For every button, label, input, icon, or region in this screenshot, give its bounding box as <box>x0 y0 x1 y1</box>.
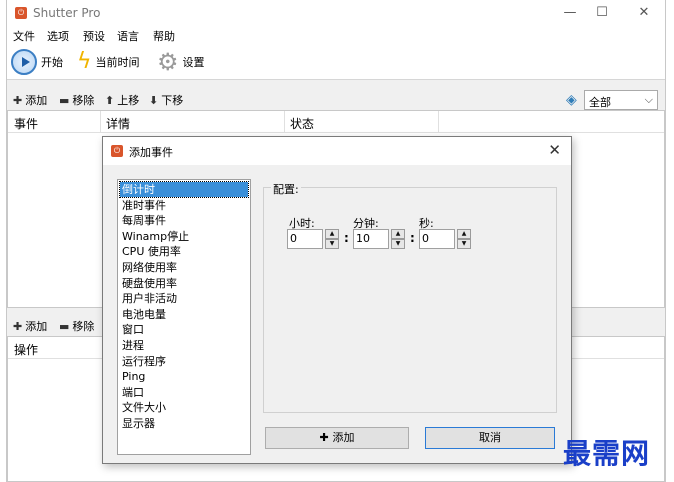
filter-icon: ◈ <box>566 92 577 108</box>
menu-options[interactable]: 选项 <box>47 28 69 44</box>
remove-event-label: 移除 <box>72 94 95 107</box>
move-down-button[interactable]: ⬇ 下移 <box>149 92 183 108</box>
add-event-label: 添加 <box>25 94 48 107</box>
remove-action-button[interactable]: ▬ 移除 <box>59 318 94 334</box>
minus-icon: ▬ <box>59 319 70 333</box>
plus-icon: ✚ <box>319 431 333 444</box>
time-separator: : <box>410 231 415 245</box>
event-type-item[interactable]: 网络使用率 <box>120 260 248 275</box>
settings-label: 设置 <box>182 56 205 69</box>
column-details[interactable]: 详情 <box>106 115 130 132</box>
menu-bar: 文件 选项 预设 语言 帮助 <box>7 26 665 44</box>
event-type-item[interactable]: 电池电量 <box>120 307 248 322</box>
event-type-item[interactable]: 每周事件 <box>120 213 248 228</box>
event-type-item[interactable]: 准时事件 <box>120 198 248 213</box>
title-bar: ⏻ Shutter Pro — ☐ ✕ <box>7 0 665 26</box>
event-type-item[interactable]: 硬盘使用率 <box>120 276 248 291</box>
column-separator <box>438 111 439 133</box>
current-time-button[interactable]: ϟ 当前时间 <box>77 48 140 76</box>
add-event-dialog: ⏻ 添加事件 ✕ 倒计时 准时事件 每周事件 Winamp停止 CPU 使用率 网络使用率… <box>102 136 572 464</box>
play-icon <box>11 49 37 75</box>
event-type-item[interactable]: Winamp停止 <box>120 229 248 244</box>
minimize-button[interactable]: — <box>559 4 581 22</box>
chevron-down-icon: ⌵ <box>644 93 653 106</box>
dialog-add-label: 添加 <box>332 431 355 444</box>
dialog-cancel-button[interactable]: 取消 <box>425 427 555 449</box>
arrow-up-icon[interactable]: ▲ <box>391 229 405 239</box>
event-type-item[interactable]: 文件大小 <box>120 400 248 415</box>
hours-stepper[interactable]: ▲ ▼ <box>325 229 339 249</box>
arrow-up-icon[interactable]: ▲ <box>325 229 339 239</box>
event-type-item[interactable]: 窗口 <box>120 322 248 337</box>
add-action-label: 添加 <box>25 320 48 333</box>
shutter-app-icon: ⏻ <box>111 145 123 157</box>
move-up-button[interactable]: ⬆ 上移 <box>105 92 139 108</box>
dialog-add-button[interactable]: ✚ 添加 <box>265 427 409 449</box>
event-type-item[interactable]: Ping <box>120 369 248 384</box>
maximize-button[interactable]: ☐ <box>591 4 613 22</box>
gear-icon: ⚙ <box>157 48 179 76</box>
event-type-item[interactable]: 进程 <box>120 338 248 353</box>
move-down-label: 下移 <box>161 94 184 107</box>
minutes-stepper[interactable]: ▲ ▼ <box>391 229 405 249</box>
arrow-down-icon[interactable]: ▼ <box>457 239 471 249</box>
close-button[interactable]: ✕ <box>633 4 655 22</box>
dialog-title-bar: ⏻ 添加事件 ✕ <box>103 137 571 165</box>
event-type-item[interactable]: 显示器 <box>120 416 248 431</box>
watermark: 最需网 <box>563 437 651 470</box>
filter-dropdown[interactable]: 全部 ⌵ <box>584 90 658 110</box>
lightning-icon: ϟ <box>77 49 92 74</box>
menu-presets[interactable]: 预设 <box>83 28 105 44</box>
menu-language[interactable]: 语言 <box>117 28 139 44</box>
event-type-item[interactable]: 倒计时 <box>119 181 249 198</box>
events-grid-header: 事件 详情 状态 <box>8 111 664 133</box>
add-event-button[interactable]: ✚ 添加 <box>13 92 47 108</box>
start-label: 开始 <box>41 56 63 69</box>
arrow-up-icon: ⬆ <box>105 93 115 107</box>
time-separator: : <box>344 231 349 245</box>
add-action-button[interactable]: ✚ 添加 <box>13 318 47 334</box>
remove-action-label: 移除 <box>72 320 95 333</box>
event-type-item[interactable]: 端口 <box>120 385 248 400</box>
hours-input[interactable]: 0 <box>287 229 323 249</box>
event-type-item[interactable]: CPU 使用率 <box>120 244 248 259</box>
arrow-down-icon[interactable]: ▼ <box>325 239 339 249</box>
arrow-down-icon: ⬇ <box>149 93 159 107</box>
column-separator <box>100 111 101 133</box>
event-type-list[interactable]: 倒计时 准时事件 每周事件 Winamp停止 CPU 使用率 网络使用率 硬盘使用率 用户非活… <box>117 179 251 455</box>
arrow-up-icon[interactable]: ▲ <box>457 229 471 239</box>
dialog-close-icon[interactable]: ✕ <box>548 141 561 159</box>
menu-help[interactable]: 帮助 <box>153 28 175 44</box>
dialog-title: 添加事件 <box>129 146 173 159</box>
plus-icon: ✚ <box>13 319 23 333</box>
minus-icon: ▬ <box>59 93 70 107</box>
column-event[interactable]: 事件 <box>14 115 38 132</box>
column-action[interactable]: 操作 <box>14 341 38 358</box>
seconds-stepper[interactable]: ▲ ▼ <box>457 229 471 249</box>
remove-event-button[interactable]: ▬ 移除 <box>59 92 94 108</box>
arrow-down-icon[interactable]: ▼ <box>391 239 405 249</box>
column-status[interactable]: 状态 <box>290 115 314 132</box>
seconds-input[interactable]: 0 <box>419 229 455 249</box>
window-title: Shutter Pro <box>33 6 101 20</box>
move-up-label: 上移 <box>117 94 140 107</box>
event-type-item[interactable]: 运行程序 <box>120 354 248 369</box>
column-separator <box>284 111 285 133</box>
event-type-item[interactable]: 用户非活动 <box>120 291 248 306</box>
menu-file[interactable]: 文件 <box>13 28 35 44</box>
current-time-label: 当前时间 <box>95 56 140 69</box>
filter-value: 全部 <box>589 96 611 109</box>
start-button[interactable]: 开始 <box>11 48 63 76</box>
config-label: 配置: <box>271 181 301 197</box>
toolbar: 开始 ϟ 当前时间 ⚙ 设置 <box>7 44 665 80</box>
shutter-app-icon: ⏻ <box>15 7 27 19</box>
plus-icon: ✚ <box>13 93 23 107</box>
settings-button[interactable]: ⚙ 设置 <box>157 48 205 76</box>
minutes-input[interactable]: 10 <box>353 229 389 249</box>
